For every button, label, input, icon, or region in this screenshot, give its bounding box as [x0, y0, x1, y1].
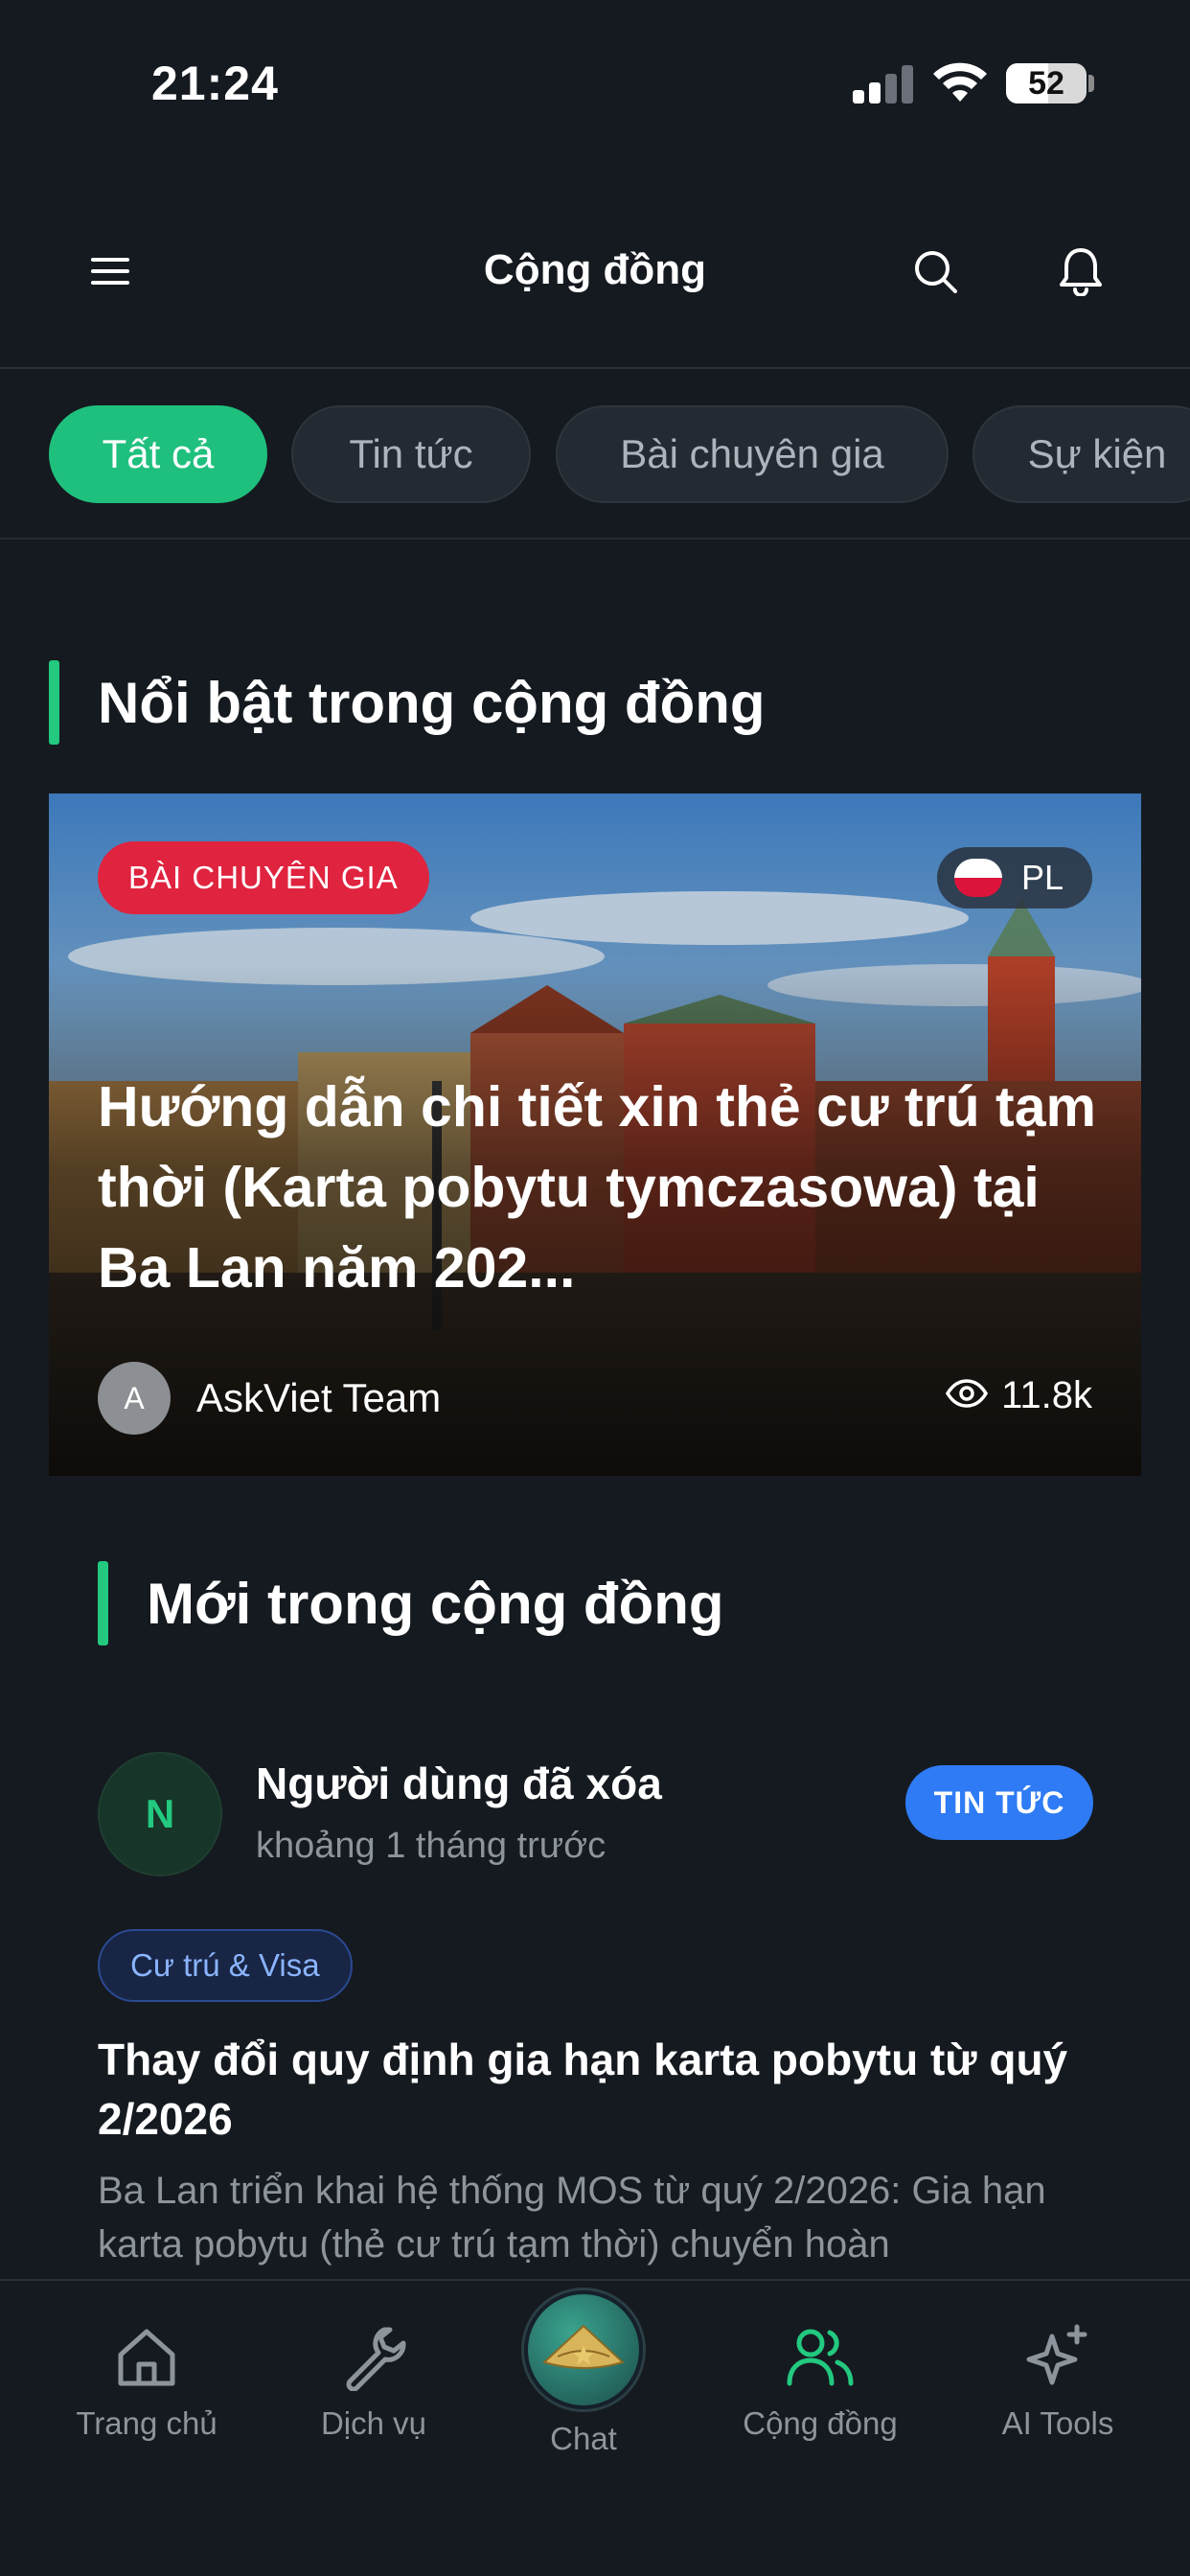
nav-ai-tools[interactable]: AI Tools	[952, 2319, 1163, 2442]
country-chip: PL	[937, 847, 1092, 908]
featured-headline[interactable]: Hướng dẫn chi tiết xin thẻ cư trú tạm th…	[98, 1067, 1113, 1308]
post-timestamp: khoảng 1 tháng trước	[256, 1826, 606, 1866]
search-icon[interactable]	[897, 233, 973, 310]
post-excerpt: Ba Lan triển khai hệ thống MOS từ quý 2/…	[98, 2170, 1046, 2266]
author-avatar: A	[98, 1362, 171, 1435]
tab-all[interactable]: Tất cả	[49, 405, 267, 503]
avatar[interactable]: N	[98, 1752, 222, 1876]
nav-community[interactable]: Cộng đồng	[715, 2319, 926, 2442]
featured-section-title: Nổi bật trong cộng đồng	[49, 659, 766, 746]
wrench-icon	[268, 2319, 479, 2396]
sparkles-icon	[952, 2319, 1163, 2396]
section-accent-bar	[49, 660, 59, 745]
view-count: 11.8k	[946, 1374, 1092, 1417]
author-name: AskViet Team	[196, 1375, 442, 1420]
app-screen: 21:24 52 Cộng đồng Tất cả Tin tức Bài ch…	[0, 0, 1190, 2576]
chat-hat-icon	[524, 2290, 643, 2409]
status-bar: 21:24 52	[0, 0, 1190, 172]
nav-label: Dịch vụ	[320, 2405, 427, 2441]
status-time: 21:24	[151, 57, 279, 110]
news-badge: TIN TỨC	[905, 1765, 1093, 1840]
app-header: Cộng đồng	[0, 172, 1190, 369]
view-count-value: 11.8k	[1001, 1374, 1092, 1416]
tab-expert-articles[interactable]: Bài chuyên gia	[556, 405, 949, 503]
bottom-nav: Trang chủ Dịch vụ Chat Cộng đồng AI Tool…	[0, 2279, 1190, 2576]
featured-section-heading: Nổi bật trong cộng đồng	[98, 670, 766, 735]
page-title: Cộng đồng	[483, 246, 707, 293]
tab-news[interactable]: Tin tức	[291, 405, 531, 503]
expert-article-badge: BÀI CHUYÊN GIA	[98, 841, 429, 914]
post-author[interactable]: Người dùng đã xóa	[256, 1758, 662, 1809]
wifi-icon	[931, 59, 989, 104]
bell-icon[interactable]	[1042, 233, 1119, 310]
battery-cap	[1088, 75, 1094, 92]
new-section-heading: Mới trong cộng đồng	[147, 1571, 724, 1636]
section-accent-bar	[98, 1561, 108, 1645]
nav-home[interactable]: Trang chủ	[41, 2319, 252, 2442]
new-section-title: Mới trong cộng đồng	[98, 1560, 724, 1646]
featured-post-card[interactable]: BÀI CHUYÊN GIA PL Hướng dẫn chi tiết xin…	[49, 794, 1141, 1476]
nav-services[interactable]: Dịch vụ	[268, 2319, 479, 2442]
nav-label: Trang chủ	[76, 2405, 217, 2441]
battery-icon: 52	[1006, 63, 1087, 104]
nav-chat[interactable]: Chat	[488, 2290, 679, 2457]
eye-icon	[946, 1379, 989, 1413]
tab-events[interactable]: Sự kiện	[973, 405, 1190, 503]
topic-tag[interactable]: Cư trú & Visa	[98, 1929, 353, 2002]
poland-flag-icon	[954, 859, 1002, 897]
post-title[interactable]: Thay đổi quy định gia hạn karta pobytu t…	[98, 2030, 1094, 2149]
home-icon	[41, 2319, 252, 2396]
featured-author: A AskViet Team	[98, 1362, 441, 1435]
nav-label: Cộng đồng	[743, 2405, 898, 2441]
cellular-signal-icon	[853, 63, 914, 104]
nav-label: AI Tools	[1001, 2405, 1114, 2441]
country-code: PL	[1021, 858, 1064, 897]
nav-label: Chat	[550, 2421, 617, 2456]
battery-level: 52	[1028, 65, 1064, 102]
users-icon	[715, 2319, 926, 2396]
category-tabs: Tất cả Tin tức Bài chuyên gia Sự kiện	[0, 371, 1190, 540]
